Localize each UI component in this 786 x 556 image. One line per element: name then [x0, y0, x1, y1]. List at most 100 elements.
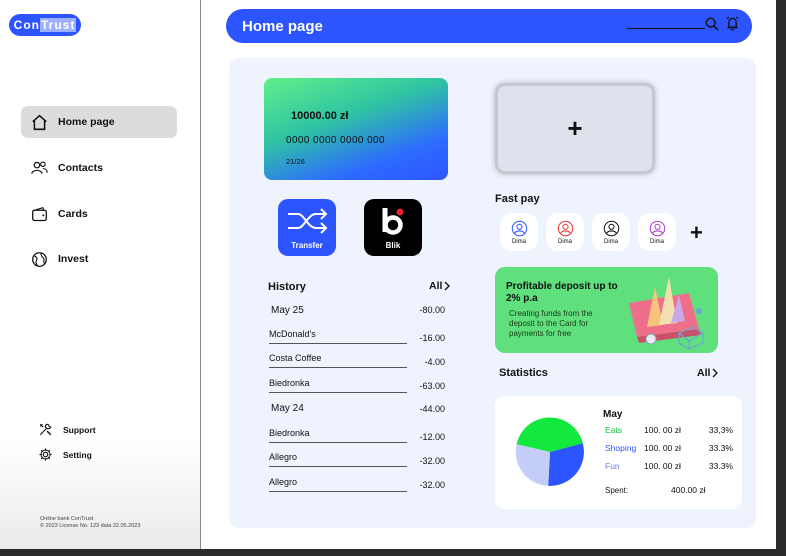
search-input[interactable] — [627, 28, 705, 29]
history-amount: -32.00 — [419, 456, 445, 466]
history-merchant: Costa Coffee — [269, 353, 322, 363]
add-contact-button[interactable]: + — [690, 220, 703, 246]
add-card-symbol: + — [567, 113, 583, 143]
history-amount: -16.00 — [419, 333, 445, 343]
sidebar-item-label: Invest — [58, 253, 89, 265]
contact-name: Dima — [557, 238, 572, 245]
sidebar-item-invest[interactable]: Invest — [21, 243, 177, 275]
history-row[interactable]: Biedronka — [269, 428, 407, 443]
stat-percent: 33.3% — [708, 461, 733, 471]
history-day-total: -44.00 — [419, 404, 445, 414]
user-avatar-icon — [603, 220, 619, 236]
sidebar-item-cards[interactable]: Cards — [21, 198, 177, 230]
sidebar-setting[interactable]: Setting — [38, 447, 92, 462]
bank-card[interactable]: 10000.00 zł 0000 0000 0000 000 21/26 — [264, 78, 448, 180]
contacts-icon — [31, 160, 48, 174]
spent-value: 400.00 zł — [671, 485, 706, 495]
search-icon[interactable] — [705, 17, 719, 31]
sidebar-item-home[interactable]: Home page — [21, 106, 177, 138]
brand-name-prefix: Con — [13, 18, 40, 32]
history-all-label: All — [429, 280, 443, 292]
stat-value: 100. 00 zł — [644, 461, 681, 471]
history-merchant: Allegro — [269, 452, 298, 462]
contact-name: Dima — [511, 238, 526, 245]
statistics-all-label: All — [697, 367, 711, 379]
user-avatar-icon — [649, 220, 665, 236]
user-avatar-icon — [511, 220, 527, 236]
brand-logo[interactable]: Con Trust — [9, 14, 81, 36]
fast-pay-title: Fast pay — [495, 193, 540, 205]
support-label: Support — [63, 424, 96, 435]
card-expiry: 21/26 — [286, 157, 305, 166]
history-merchant: McDonald's — [269, 329, 316, 339]
fast-pay-contact[interactable]: Dima — [592, 213, 630, 251]
sidebar-item-contacts[interactable]: Contacts — [21, 152, 177, 184]
wallet-icon — [32, 206, 47, 221]
history-merchant: Biedronka — [269, 378, 310, 388]
history-date: May 25 — [271, 305, 304, 316]
history-merchant: Allegro — [269, 477, 298, 487]
sidebar-support[interactable]: Support — [38, 422, 96, 437]
history-amount: -4.00 — [424, 357, 445, 367]
contact-name: Dima — [603, 238, 618, 245]
gear-icon — [39, 448, 52, 461]
setting-label: Setting — [63, 449, 92, 460]
shuffle-icon — [288, 208, 328, 234]
header-bar: Home page — [226, 9, 752, 43]
statistics-title: Statistics — [499, 367, 548, 379]
user-avatar-icon — [557, 220, 573, 236]
fast-pay-contact[interactable]: Dima — [546, 213, 584, 251]
sidebar-footer: Online bank ConTrust © 2023 License No. … — [40, 516, 190, 530]
transfer-button[interactable]: Transfer — [278, 199, 336, 256]
spent-label: Spent: — [605, 486, 629, 495]
chart-illustration-icon — [629, 277, 705, 351]
history-row[interactable]: Allegro — [269, 477, 407, 492]
globe-icon — [32, 251, 47, 267]
transfer-label: Transfer — [291, 241, 323, 250]
history-row[interactable]: Costa Coffee — [269, 353, 407, 368]
history-date: May 24 — [271, 403, 304, 414]
bell-icon[interactable] — [726, 16, 739, 31]
brand-name-highlight: Trust — [39, 18, 77, 32]
history-row[interactable]: McDonald's — [269, 329, 407, 344]
history-day-total: -80.00 — [419, 305, 445, 315]
sidebar-item-label: Cards — [58, 208, 88, 220]
footer-line-2: © 2023 License No. 123 data 22.05.2023 — [40, 523, 141, 529]
chevron-right-icon — [444, 281, 451, 291]
history-row[interactable]: Biedronka — [269, 378, 407, 393]
statistics-row: Shoping 100. 00 zł 33.3% — [605, 443, 733, 453]
blik-label: Blik — [385, 241, 401, 250]
deposit-promo-banner[interactable]: Profitable deposit up to 2% p.a Creating… — [495, 267, 718, 353]
history-merchant: Biedronka — [269, 428, 310, 438]
add-card-button[interactable]: + — [495, 83, 655, 174]
window-edge-bottom — [0, 549, 786, 556]
fast-pay-contact[interactable]: Dima — [638, 213, 676, 251]
window-edge-right — [776, 0, 786, 556]
history-amount: -12.00 — [419, 432, 445, 442]
statistics-row: Fun 100. 00 zł 33.3% — [605, 461, 733, 471]
card-balance: 10000.00 zł — [291, 110, 349, 122]
blik-button[interactable]: Blik — [364, 199, 422, 256]
tools-icon — [39, 423, 52, 436]
stat-percent: 33,3% — [708, 425, 733, 435]
fast-pay-contact[interactable]: Dima — [500, 213, 538, 251]
statistics-row: Eats 100. 00 zł 33,3% — [605, 425, 733, 435]
stat-percent: 33.3% — [708, 443, 733, 453]
history-all-link[interactable]: All — [429, 280, 451, 292]
stat-category: Shoping — [605, 443, 637, 453]
blik-logo-icon — [382, 208, 404, 235]
card-number: 0000 0000 0000 000 — [286, 135, 385, 146]
contact-name: Dima — [649, 238, 664, 245]
history-amount: -63.00 — [419, 381, 445, 391]
page-title: Home page — [242, 17, 323, 35]
statistics-all-link[interactable]: All — [697, 367, 719, 379]
stat-category: Eats — [605, 425, 623, 435]
home-icon — [32, 114, 47, 130]
promo-title: Profitable deposit up to 2% p.a — [506, 281, 618, 304]
spending-pie-chart[interactable] — [509, 411, 591, 493]
promo-description: Creating funds from the deposit to the C… — [509, 309, 593, 338]
history-row[interactable]: Allegro — [269, 452, 407, 467]
chevron-right-icon — [712, 368, 719, 378]
stat-value: 100. 00 zł — [644, 443, 681, 453]
sidebar-item-label: Home page — [58, 116, 115, 128]
